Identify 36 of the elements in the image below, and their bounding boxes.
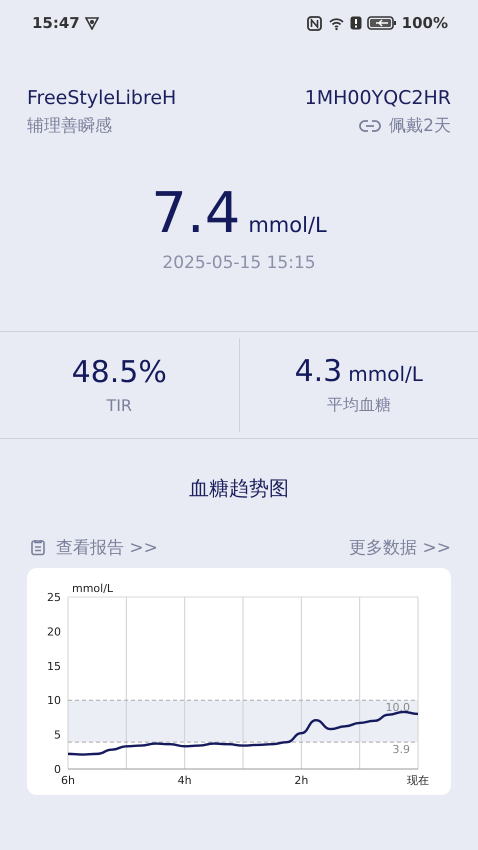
x-tick-label: 2h xyxy=(294,774,308,787)
y-axis-unit: mmol/L xyxy=(72,582,114,595)
battery-level: 100% xyxy=(402,14,448,32)
glucose-unit: mmol/L xyxy=(248,213,327,237)
stat-label: TIR xyxy=(105,396,134,415)
threshold-label: 3.9 xyxy=(392,743,410,756)
reading-time: 2025-05-15 15:15 xyxy=(161,253,317,273)
brand-name: 辅理善瞬感 xyxy=(27,115,112,138)
wear-duration: 佩戴2天 xyxy=(389,115,451,138)
stat-value: 4.3 xyxy=(294,354,342,389)
nfc-icon xyxy=(306,16,322,30)
battery-icon xyxy=(366,16,397,30)
status-time: 15:47 xyxy=(32,14,80,32)
x-tick-label: 6h xyxy=(61,774,75,787)
report-link[interactable]: 查看报告 >> xyxy=(56,536,158,558)
report-icon xyxy=(30,538,46,556)
more-data-link[interactable]: 更多数据 >> xyxy=(349,536,451,558)
link-icon xyxy=(359,119,382,133)
stat-value: 48.5% xyxy=(72,355,167,390)
x-tick-label: 4h xyxy=(178,774,192,787)
y-tick-label: 15 xyxy=(47,660,61,673)
alert-icon xyxy=(350,16,362,30)
chart-title: 血糖趋势图 xyxy=(188,475,290,502)
y-tick-label: 25 xyxy=(47,591,61,604)
y-tick-label: 0 xyxy=(54,763,61,776)
y-tick-label: 5 xyxy=(54,728,61,742)
y-tick-label: 20 xyxy=(47,625,61,638)
glucose-value: 7.4 xyxy=(151,180,240,248)
threshold-label: 10.0 xyxy=(386,701,410,714)
stat-unit: mmol/L xyxy=(348,362,423,386)
serial-number: 1MH00YQC2HR xyxy=(304,86,451,111)
device-name: FreeStyleLibreH xyxy=(27,86,176,111)
wifi-icon xyxy=(326,16,345,30)
y-tick-label: 10 xyxy=(47,694,61,708)
stat-label: 平均血糖 xyxy=(326,395,392,416)
x-tick-label: 现在 xyxy=(407,774,429,787)
